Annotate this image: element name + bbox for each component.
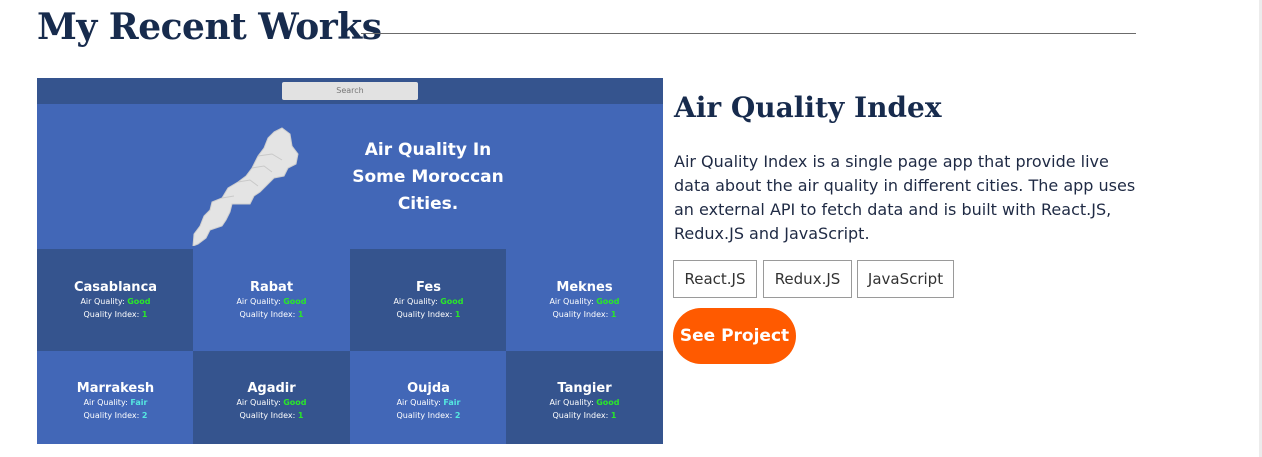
quality-index-line: Quality Index: 1 (37, 308, 194, 321)
city-tile: Marrakesh Air Quality: Fair Quality Index:… (37, 351, 194, 444)
city-name: Meknes (556, 280, 613, 295)
city-grid: Casablanca Air Quality: Good Quality Index… (37, 249, 663, 444)
air-quality-value: Fair (443, 398, 461, 407)
air-quality-label: Air Quality: (396, 398, 441, 407)
morocco-map-icon (192, 127, 299, 246)
quality-index-line: Quality Index: 1 (506, 409, 663, 422)
quality-index-line: Quality Index: 1 (193, 409, 350, 422)
air-quality-value: Good (596, 398, 620, 407)
quality-index-value: 1 (141, 310, 148, 319)
city-tile: Fes Air Quality: Good Quality Index: 1 (350, 249, 507, 351)
quality-index-value: 1 (610, 411, 617, 420)
city-name: Rabat (249, 280, 294, 295)
air-quality-value: Good (440, 297, 464, 306)
air-quality-label: Air Quality: (393, 297, 438, 306)
air-quality-label: Air Quality: (549, 398, 594, 407)
city-tile: Tangier Air Quality: Good Quality Index: 1 (506, 351, 663, 444)
quality-index-value: 2 (141, 411, 148, 420)
air-quality-line: Air Quality: Good (506, 295, 663, 308)
air-quality-label: Air Quality: (236, 297, 281, 306)
air-quality-line: Air Quality: Fair (350, 396, 507, 409)
air-quality-line: Air Quality: Fair (37, 396, 194, 409)
city-name: Marrakesh (76, 381, 155, 396)
air-quality-value: Fair (130, 398, 148, 407)
city-tile: Casablanca Air Quality: Good Quality Index… (37, 249, 194, 351)
air-quality-label: Air Quality: (83, 398, 128, 407)
quality-index-label: Quality Index: (239, 411, 296, 420)
city-tile: Meknes Air Quality: Good Quality Index: 1 (506, 249, 663, 351)
title-divider (361, 33, 1136, 34)
quality-index-label: Quality Index: (552, 310, 609, 319)
air-quality-value: Good (596, 297, 620, 306)
city-name: Oujda (407, 381, 450, 396)
quality-index-label: Quality Index: (239, 310, 296, 319)
city-tile: Agadir Air Quality: Good Quality Index: 1 (193, 351, 350, 444)
air-quality-line: Air Quality: Good (193, 295, 350, 308)
quality-index-line: Quality Index: 1 (350, 308, 507, 321)
air-quality-value: Good (127, 297, 151, 306)
project-description: Air Quality Index is a single page app t… (674, 152, 1136, 243)
air-quality-line: Air Quality: Good (506, 396, 663, 409)
city-name: Agadir (247, 381, 296, 396)
quality-index-label: Quality Index: (396, 411, 453, 420)
air-quality-value: Good (283, 297, 307, 306)
tag-react: React.JS (673, 260, 757, 298)
preview-hero-title: Air Quality In Some Moroccan Cities. (352, 140, 504, 214)
air-quality-line: Air Quality: Good (37, 295, 194, 308)
air-quality-label: Air Quality: (236, 398, 281, 407)
air-quality-label: Air Quality: (549, 297, 594, 306)
air-quality-line: Air Quality: Good (350, 295, 507, 308)
quality-index-line: Quality Index: 2 (350, 409, 507, 422)
city-name: Tangier (557, 381, 612, 396)
quality-index-label: Quality Index: (552, 411, 609, 420)
quality-index-value: 2 (454, 411, 461, 420)
quality-index-value: 1 (454, 310, 461, 319)
quality-index-label: Quality Index: (83, 411, 140, 420)
quality-index-line: Quality Index: 2 (37, 409, 194, 422)
project-preview-image: Search Air Quality In Some Moroccan Citi… (37, 78, 663, 444)
quality-index-value: 1 (297, 411, 304, 420)
see-project-button[interactable]: See Project (673, 308, 796, 364)
preview-search-box: Search (282, 82, 418, 100)
section-title: My Recent Works (37, 6, 382, 48)
quality-index-label: Quality Index: (83, 310, 140, 319)
quality-index-label: Quality Index: (396, 310, 453, 319)
air-quality-line: Air Quality: Good (193, 396, 350, 409)
tag-javascript: JavaScript (857, 260, 954, 298)
preview-topbar: Search (37, 78, 663, 104)
preview-hero: Air Quality In Some Moroccan Cities. (37, 104, 663, 249)
tag-redux: Redux.JS (763, 260, 852, 298)
air-quality-label: Air Quality: (80, 297, 125, 306)
city-tile: Rabat Air Quality: Good Quality Index: 1 (193, 249, 350, 351)
quality-index-line: Quality Index: 1 (193, 308, 350, 321)
quality-index-line: Quality Index: 1 (506, 308, 663, 321)
project-title: Air Quality Index (674, 91, 942, 124)
quality-index-value: 1 (297, 310, 304, 319)
city-tile: Oujda Air Quality: Fair Quality Index: 2 (350, 351, 507, 444)
city-name: Casablanca (73, 280, 158, 295)
air-quality-value: Good (283, 398, 307, 407)
quality-index-value: 1 (610, 310, 617, 319)
city-name: Fes (416, 280, 441, 295)
